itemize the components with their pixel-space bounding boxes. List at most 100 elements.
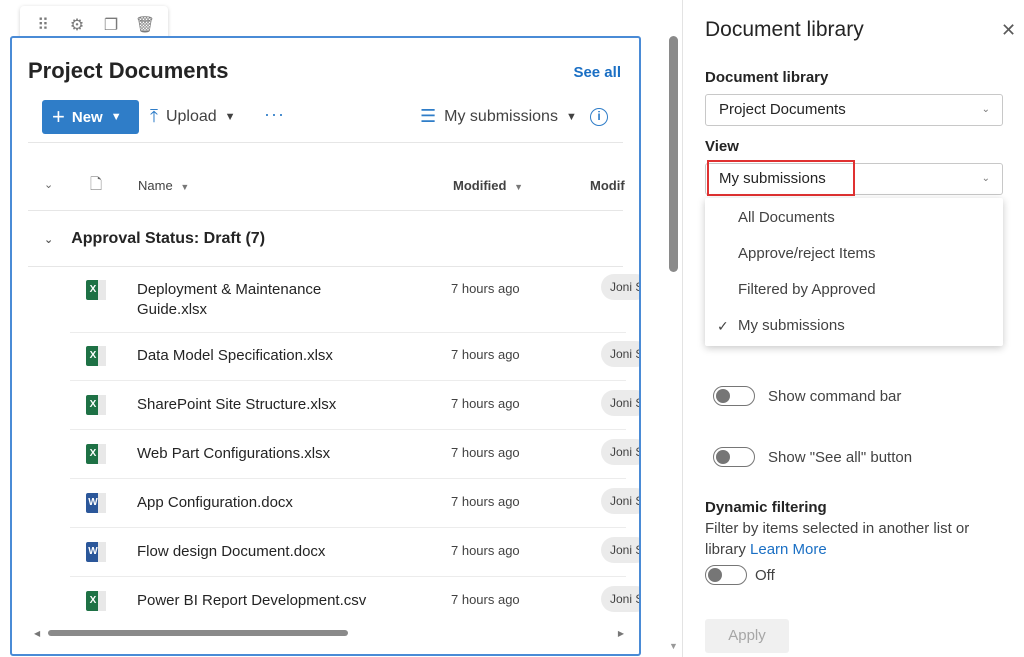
delete-icon[interactable]: 🗑 <box>133 13 157 37</box>
file-name[interactable]: Deployment & Maintenance Guide.xlsx <box>137 280 321 320</box>
column-header-modified-by[interactable]: Modif <box>590 178 625 193</box>
apply-button[interactable]: Apply <box>705 619 789 653</box>
excel-file-icon: X <box>86 280 106 300</box>
user-persona[interactable]: Joni S <box>601 488 639 514</box>
menu-item-approve-reject[interactable]: Approve/reject Items <box>705 236 1003 272</box>
command-bar: + New ▼ ⤒ Upload ▼ ··· ☰ My submissions … <box>42 100 622 134</box>
user-persona[interactable]: Joni S <box>601 439 639 465</box>
show-see-all-toggle-row: Show "See all" button <box>713 447 912 467</box>
vertical-scrollbar-thumb[interactable] <box>669 36 678 272</box>
drag-handle-icon[interactable]: ⠿ <box>31 13 55 37</box>
file-type-icon[interactable]: 🗋 <box>90 174 102 199</box>
highlight-box <box>707 160 855 196</box>
group-header[interactable]: ⌄ Approval Status: Draft (7) <box>44 230 265 248</box>
scroll-left-icon[interactable]: ◀ <box>34 629 40 638</box>
info-icon[interactable]: i <box>590 108 608 126</box>
chevron-down-icon: ▼ <box>224 110 236 123</box>
file-name[interactable]: Power BI Report Development.csv <box>137 591 366 611</box>
group-header-label: Approval Status: Draft (7) <box>71 230 266 247</box>
modified-value: 7 hours ago <box>451 281 520 296</box>
dynamic-filtering-description: Filter by items selected in another list… <box>705 520 970 558</box>
library-dropdown-value: Project Documents <box>719 101 846 118</box>
new-button-label: New <box>71 108 103 126</box>
chevron-down-icon: ▼ <box>180 182 190 192</box>
view-selector-label: My submissions <box>444 107 558 125</box>
chevron-down-icon: ▼ <box>110 111 122 123</box>
excel-file-icon: X <box>86 591 106 611</box>
scroll-down-icon[interactable]: ▼ <box>669 641 678 651</box>
word-file-icon: W <box>86 542 106 562</box>
menu-item-my-submissions[interactable]: ✓ My submissions <box>705 308 1003 344</box>
modified-value: 7 hours ago <box>451 347 520 362</box>
scrollbar-thumb[interactable] <box>48 630 348 636</box>
user-persona[interactable]: Joni S <box>601 341 639 367</box>
file-name[interactable]: SharePoint Site Structure.xlsx <box>137 395 336 415</box>
menu-item-filtered-approved[interactable]: Filtered by Approved <box>705 272 1003 308</box>
library-label: Document library <box>705 69 829 86</box>
user-persona[interactable]: Joni S <box>601 390 639 416</box>
modified-value: 7 hours ago <box>451 396 520 411</box>
pane-title: Document library <box>705 18 864 41</box>
chevron-down-icon: ▼ <box>514 182 523 192</box>
dynamic-filtering-label: Dynamic filtering <box>705 499 827 516</box>
show-see-all-label: Show "See all" button <box>768 448 913 466</box>
learn-more-link[interactable]: Learn More <box>750 541 827 558</box>
scroll-right-icon[interactable]: ▶ <box>618 629 624 638</box>
excel-file-icon: X <box>86 346 106 366</box>
upload-button[interactable]: ⤒ Upload ▼ <box>150 106 236 127</box>
file-name[interactable]: Web Part Configurations.xlsx <box>137 444 330 464</box>
excel-file-icon: X <box>86 395 106 415</box>
duplicate-icon[interactable]: ❐ <box>99 13 123 37</box>
show-command-bar-label: Show command bar <box>768 387 902 405</box>
webpart-title: Project Documents <box>28 58 229 83</box>
new-button[interactable]: + New ▼ <box>42 100 139 134</box>
library-dropdown[interactable]: Project Documents ⌄ <box>705 94 1003 126</box>
property-pane: Document library ✕ Document library Proj… <box>682 0 1024 657</box>
close-icon[interactable]: ✕ <box>1001 20 1016 41</box>
see-all-link[interactable]: See all <box>573 64 621 81</box>
chevron-down-icon: ⌄ <box>44 233 54 246</box>
collapse-all-chevron-icon[interactable]: ⌄ <box>44 178 53 191</box>
view-list-icon: ☰ <box>420 106 437 126</box>
divider <box>70 429 626 430</box>
edit-properties-icon[interactable]: ⚙ <box>65 13 89 37</box>
modified-value: 7 hours ago <box>451 494 520 509</box>
divider <box>28 142 623 143</box>
user-persona[interactable]: Joni S <box>601 274 639 300</box>
divider <box>70 332 626 333</box>
user-persona[interactable]: Joni S <box>601 586 639 612</box>
upload-label: Upload <box>165 107 217 125</box>
chevron-down-icon: ▼ <box>565 110 577 123</box>
divider <box>28 266 623 267</box>
word-file-icon: W <box>86 493 106 513</box>
divider <box>70 380 626 381</box>
show-command-bar-toggle[interactable] <box>713 386 755 406</box>
menu-item-label: My submissions <box>738 317 845 334</box>
view-dropdown-menu: All Documents Approve/reject Items Filte… <box>705 198 1003 346</box>
column-header-modified[interactable]: Modified ▼ <box>453 178 523 193</box>
divider <box>70 478 626 479</box>
view-label: View <box>705 138 739 155</box>
dynamic-filtering-toggle[interactable] <box>705 565 747 585</box>
view-selector[interactable]: ☰ My submissions ▼ <box>420 106 577 127</box>
more-options-button[interactable]: ··· <box>264 104 285 125</box>
document-library-webpart: Project Documents See all + New ▼ ⤒ Uplo… <box>10 36 641 656</box>
horizontal-scrollbar[interactable]: ◀ ▶ <box>34 628 624 638</box>
menu-item-all-documents[interactable]: All Documents <box>705 200 1003 236</box>
modified-value: 7 hours ago <box>451 543 520 558</box>
dynamic-filtering-state: Off <box>755 566 775 584</box>
upload-icon: ⤒ <box>150 106 158 126</box>
column-header-name-label: Name <box>138 178 173 193</box>
file-name[interactable]: Data Model Specification.xlsx <box>137 346 333 366</box>
excel-file-icon: X <box>86 444 106 464</box>
chevron-down-icon: ⌄ <box>981 173 990 184</box>
column-header-name[interactable]: Name ▼ <box>138 178 189 193</box>
file-name[interactable]: App Configuration.docx <box>137 493 293 513</box>
plus-icon: + <box>52 104 65 129</box>
show-command-bar-toggle-row: Show command bar <box>713 386 901 406</box>
show-see-all-toggle[interactable] <box>713 447 755 467</box>
user-persona[interactable]: Joni S <box>601 537 639 563</box>
file-name[interactable]: Flow design Document.docx <box>137 542 325 562</box>
dynamic-filtering-toggle-row: Off <box>705 565 775 585</box>
modified-value: 7 hours ago <box>451 445 520 460</box>
